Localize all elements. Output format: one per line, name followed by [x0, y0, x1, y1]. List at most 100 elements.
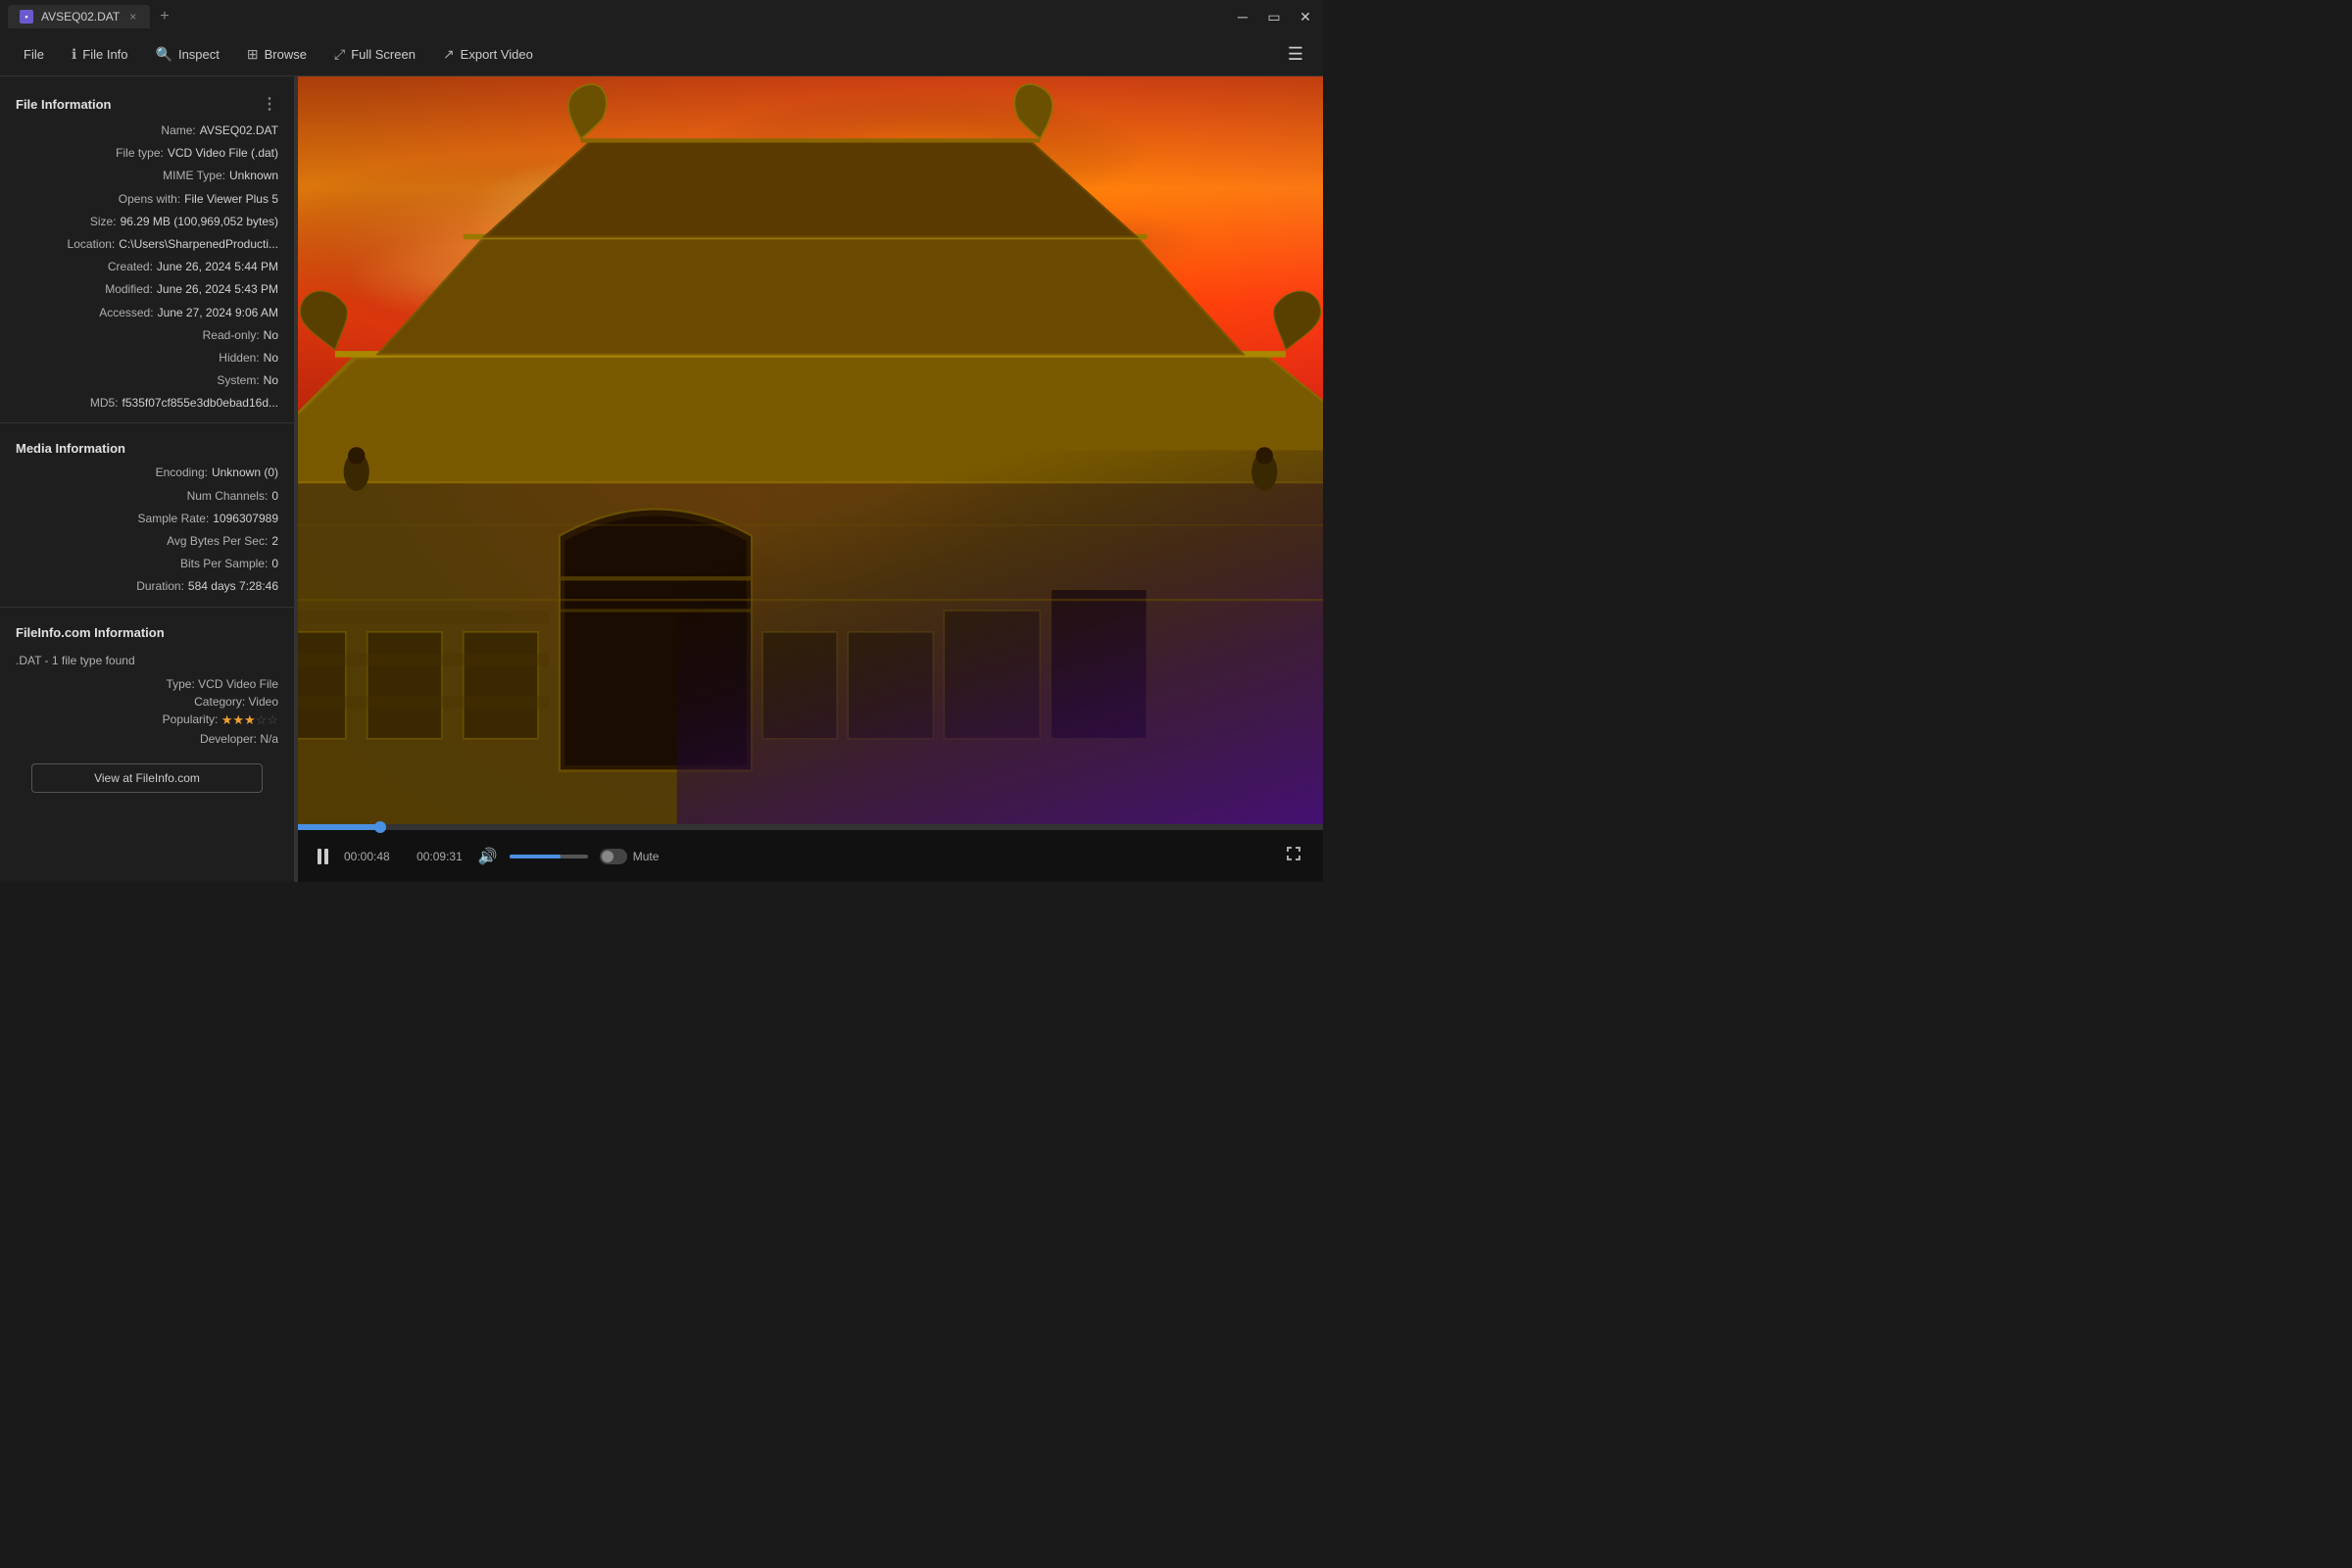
- fileinfo-category-label: Category:: [194, 695, 245, 709]
- file-info-label: File Info: [82, 47, 127, 62]
- size-value: 96.29 MB (100,969,052 bytes): [121, 213, 278, 231]
- maximize-button[interactable]: ▭: [1264, 9, 1284, 25]
- browse-menu-item[interactable]: ⊞ Browse: [235, 40, 318, 69]
- view-fileinfo-button[interactable]: View at FileInfo.com: [31, 763, 263, 793]
- export-menu-item[interactable]: ↗ Export Video: [431, 40, 545, 69]
- hidden-value: No: [264, 349, 278, 368]
- current-time: 00:00:48: [344, 850, 390, 863]
- divider-1: [0, 422, 294, 423]
- channels-value: 0: [271, 487, 278, 506]
- title-bar-left: ▪ AVSEQ02.DAT × +: [8, 5, 175, 28]
- fullscreen-icon: ⤢: [334, 46, 345, 63]
- file-info-options-button[interactable]: ⋮: [262, 94, 278, 114]
- fileinfo-type-label: Type:: [166, 677, 194, 691]
- video-panel: 00:00:48 00:09:31 🔊: [298, 76, 1323, 882]
- pause-button[interactable]: [314, 845, 332, 868]
- pause-bar-left: [318, 849, 321, 864]
- close-button[interactable]: ✕: [1296, 9, 1315, 25]
- menu-bar: File ℹ File Info 🔍 Inspect ⊞ Browse ⤢ Fu…: [0, 33, 1323, 76]
- hidden-row: Hidden: No: [0, 347, 294, 369]
- progress-bar-fill: [298, 824, 380, 830]
- fileinfo-section: .DAT - 1 file type found Type: VCD Video…: [0, 646, 294, 808]
- progress-bar[interactable]: [298, 824, 1323, 830]
- media-info-section-header: Media Information: [0, 431, 294, 462]
- fullscreen-label: Full Screen: [351, 47, 416, 62]
- mute-toggle[interactable]: Mute: [600, 849, 660, 864]
- video-frame: [298, 76, 1323, 824]
- file-info-menu-item[interactable]: ℹ File Info: [60, 40, 140, 69]
- video-container[interactable]: [298, 76, 1323, 824]
- hamburger-menu-button[interactable]: ☰: [1280, 40, 1311, 69]
- bitspersample-row: Bits Per Sample: 0: [0, 553, 294, 575]
- duration-row: Duration: 584 days 7:28:46: [0, 575, 294, 598]
- fileinfo-section-header: FileInfo.com Information: [0, 615, 294, 646]
- inspect-menu-item[interactable]: 🔍 Inspect: [144, 40, 231, 69]
- created-label: Created:: [108, 258, 153, 276]
- menu-bar-left: File ℹ File Info 🔍 Inspect ⊞ Browse ⤢ Fu…: [12, 40, 545, 69]
- name-value: AVSEQ02.DAT: [200, 122, 278, 140]
- file-name-row: Name: AVSEQ02.DAT: [0, 120, 294, 142]
- fileinfo-type-row: Type: VCD Video File: [16, 675, 278, 693]
- mute-checkbox-inner: [602, 851, 613, 862]
- encoding-row: Encoding: Unknown (0): [0, 462, 294, 484]
- volume-button[interactable]: 🔊: [474, 843, 502, 870]
- sidebar: File Information ⋮ Name: AVSEQ02.DAT Fil…: [0, 76, 294, 882]
- file-menu-label: File: [24, 47, 44, 62]
- file-menu-item[interactable]: File: [12, 41, 56, 68]
- modified-value: June 26, 2024 5:43 PM: [157, 280, 278, 299]
- fileinfo-category-row: Category: Video: [16, 693, 278, 710]
- md5-label: MD5:: [90, 394, 119, 413]
- pause-icon: [318, 849, 328, 864]
- duration-label: Duration:: [136, 577, 184, 596]
- readonly-label: Read-only:: [203, 326, 260, 345]
- volume-slider-fill: [510, 855, 561, 858]
- modified-row: Modified: June 26, 2024 5:43 PM: [0, 278, 294, 301]
- fileinfo-section-title: FileInfo.com Information: [16, 625, 165, 640]
- media-info-section-title: Media Information: [16, 441, 125, 456]
- readonly-row: Read-only: No: [0, 324, 294, 347]
- fileinfo-developer-row: Developer: N/a: [16, 730, 278, 748]
- md5-row: MD5: f535f07cf855e3db0ebad16d...: [0, 392, 294, 415]
- main-content: File Information ⋮ Name: AVSEQ02.DAT Fil…: [0, 76, 1323, 882]
- fileinfo-developer-value: N/a: [260, 732, 278, 746]
- fullscreen-menu-item[interactable]: ⤢ Full Screen: [322, 40, 427, 69]
- pause-bar-right: [324, 849, 328, 864]
- inspect-label: Inspect: [178, 47, 220, 62]
- inspect-icon: 🔍: [156, 46, 172, 63]
- md5-value: f535f07cf855e3db0ebad16d...: [122, 394, 278, 413]
- minimize-button[interactable]: ─: [1233, 9, 1252, 24]
- system-value: No: [264, 371, 278, 390]
- fileinfo-category-value: Video: [249, 695, 278, 709]
- volume-icon: 🔊: [478, 847, 498, 866]
- temple-svg: [298, 76, 1323, 824]
- progress-thumb[interactable]: [374, 821, 386, 833]
- star-rating-empty: ☆☆: [256, 712, 278, 728]
- avgbytes-label: Avg Bytes Per Sec:: [167, 532, 268, 551]
- controls-row: 00:00:48 00:09:31 🔊: [298, 830, 1323, 882]
- browse-label: Browse: [265, 47, 307, 62]
- avgbytes-row: Avg Bytes Per Sec: 2: [0, 530, 294, 553]
- hidden-label: Hidden:: [219, 349, 259, 368]
- mime-value: Unknown: [229, 167, 278, 185]
- new-tab-button[interactable]: +: [154, 8, 174, 25]
- bitspersample-label: Bits Per Sample:: [180, 555, 268, 573]
- created-row: Created: June 26, 2024 5:44 PM: [0, 256, 294, 278]
- fileinfo-subtitle: .DAT - 1 file type found: [16, 654, 278, 667]
- fileinfo-type-value: VCD Video File: [198, 677, 278, 691]
- volume-slider[interactable]: [510, 855, 588, 858]
- file-info-icon: ℹ: [72, 46, 76, 63]
- volume-area: 🔊: [474, 843, 588, 870]
- location-value: C:\Users\SharpenedProducti...: [119, 235, 278, 254]
- accessed-value: June 27, 2024 9:06 AM: [158, 304, 278, 322]
- tab-close-button[interactable]: ×: [127, 10, 138, 24]
- fullscreen-expand-icon: [1284, 844, 1303, 863]
- fullscreen-expand-button[interactable]: [1280, 840, 1307, 872]
- file-tab[interactable]: ▪ AVSEQ02.DAT ×: [8, 5, 150, 28]
- size-label: Size:: [90, 213, 117, 231]
- modified-label: Modified:: [105, 280, 153, 299]
- fileinfo-developer-label: Developer:: [200, 732, 257, 746]
- window-controls: ─ ▭ ✕: [1233, 9, 1315, 25]
- system-row: System: No: [0, 369, 294, 392]
- mute-label: Mute: [633, 850, 660, 863]
- bitspersample-value: 0: [271, 555, 278, 573]
